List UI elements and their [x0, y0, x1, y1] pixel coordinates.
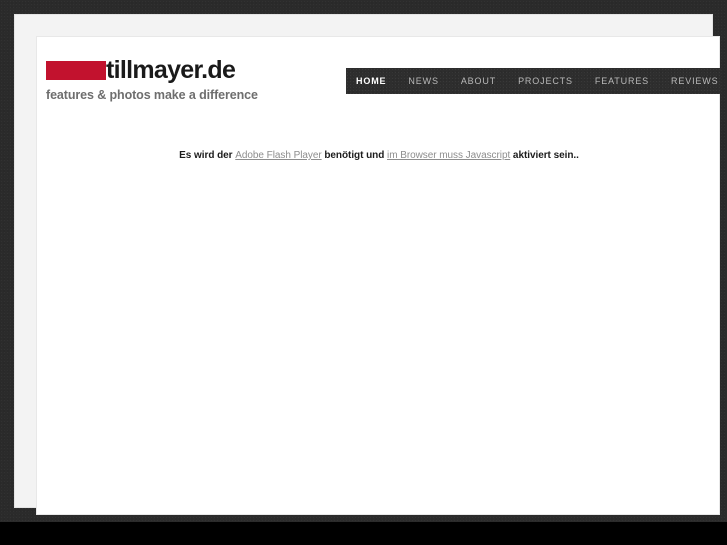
nav-item-home[interactable]: HOME: [356, 76, 386, 86]
main-content-area: Es wird der Adobe Flash Player benötigt …: [37, 107, 721, 516]
site-logo-wordmark: tillmayer.de: [106, 55, 236, 84]
notice-middle-text: benötigt und: [321, 150, 388, 161]
brand-block[interactable]: tillmayer.de features & photos make a di…: [46, 57, 346, 102]
nav-item-news[interactable]: NEWS: [408, 76, 438, 86]
content-sheet: tillmayer.de features & photos make a di…: [36, 36, 721, 516]
notice-suffix-text: aktiviert sein..: [510, 150, 579, 161]
site-header: tillmayer.de features & photos make a di…: [37, 37, 721, 107]
main-navigation[interactable]: HOMENEWSABOUTPROJECTSFEATURESREVIEWSCONT…: [346, 68, 721, 94]
adobe-flash-player-link[interactable]: Adobe Flash Player: [235, 150, 321, 161]
nav-item-about[interactable]: ABOUT: [461, 76, 496, 86]
red-bar-logo-mark: [46, 60, 106, 80]
nav-item-projects[interactable]: PROJECTS: [518, 76, 573, 86]
browser-window-frame: tillmayer.de features & photos make a di…: [0, 0, 727, 522]
nav-item-features[interactable]: FEATURES: [595, 76, 649, 86]
site-logo[interactable]: tillmayer.de: [46, 57, 346, 83]
nav-item-reviews[interactable]: REVIEWS: [671, 76, 718, 86]
javascript-requirement-link[interactable]: im Browser muss Javascript: [387, 150, 510, 161]
site-tagline: features & photos make a difference: [46, 88, 258, 102]
page-gutter: tillmayer.de features & photos make a di…: [14, 14, 721, 515]
flash-requirement-notice: Es wird der Adobe Flash Player benötigt …: [37, 149, 721, 163]
notice-prefix-text: Es wird der: [179, 150, 236, 161]
